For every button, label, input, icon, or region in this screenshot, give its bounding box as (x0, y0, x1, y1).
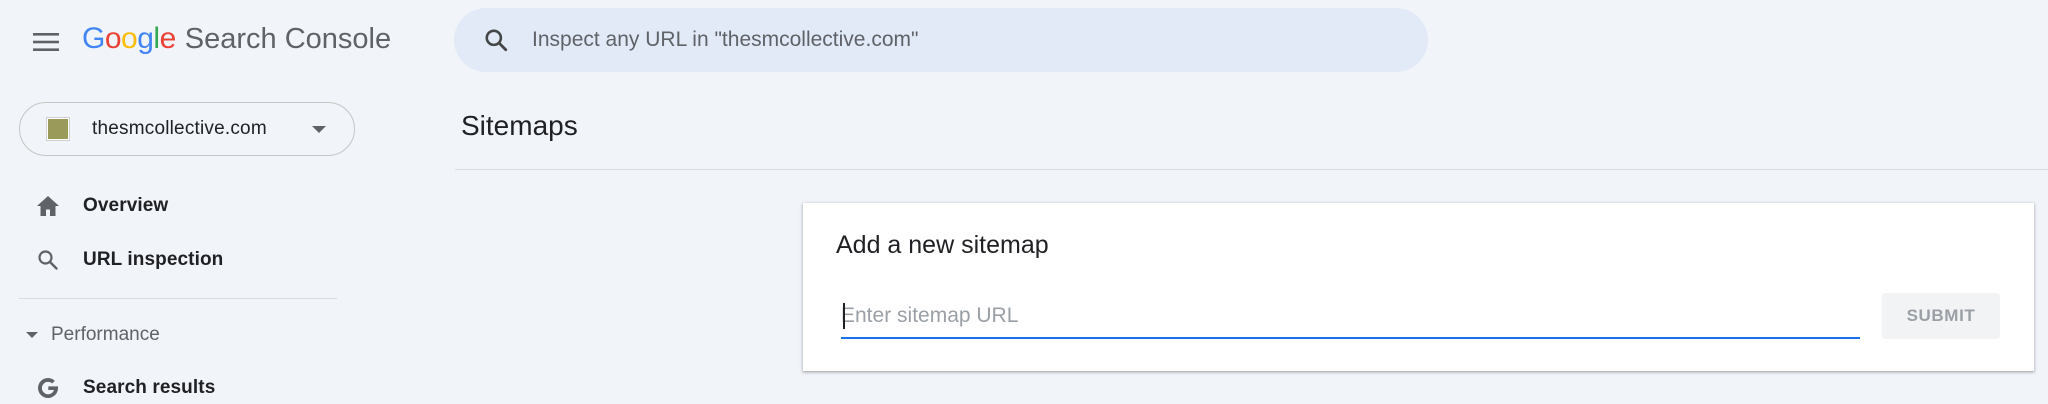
sidebar-item-label: Overview (83, 195, 169, 216)
sitemap-url-input[interactable] (841, 295, 1860, 337)
property-name: thesmcollective.com (92, 118, 267, 139)
search-icon (34, 246, 62, 274)
url-inspect-search-bar[interactable] (454, 8, 1428, 72)
search-icon[interactable] (478, 22, 514, 58)
hamburger-menu-icon (33, 33, 59, 51)
card-title: Add a new sitemap (836, 231, 1049, 259)
main-menu-button[interactable] (28, 24, 64, 60)
add-sitemap-card: Add a new sitemap SUBMIT (803, 203, 2034, 371)
google-wordmark: Google (82, 22, 176, 56)
submit-button[interactable]: SUBMIT (1882, 293, 2000, 339)
text-cursor (843, 303, 845, 329)
home-icon (34, 192, 62, 220)
sidebar-item-overview[interactable]: Overview (0, 180, 340, 232)
caret-down-icon (26, 332, 38, 338)
property-favicon (46, 117, 70, 141)
logo-letter: o (104, 22, 122, 55)
sidebar-item-url-inspection[interactable]: URL inspection (0, 234, 340, 286)
sidebar-item-search-results[interactable]: Search results (0, 362, 340, 404)
logo-letter: e (159, 22, 177, 55)
url-inspect-input[interactable] (532, 28, 1392, 52)
sidebar-section-label: Performance (51, 324, 160, 345)
property-selector[interactable]: thesmcollective.com (19, 102, 355, 156)
sidebar-item-label: URL inspection (83, 249, 224, 270)
sitemap-url-field[interactable] (841, 295, 1860, 339)
sidebar-item-label: Search results (83, 377, 216, 398)
chevron-down-icon (312, 125, 326, 133)
sidebar-section-performance[interactable]: Performance (0, 320, 340, 350)
logo-letter: o (121, 22, 138, 55)
search-console-logo[interactable]: Google Search Console (82, 22, 391, 64)
sidebar-divider (19, 298, 337, 299)
logo-letter: g (137, 22, 154, 55)
google-g-icon (34, 374, 62, 402)
header-divider (455, 169, 2048, 170)
logo-letter: G (82, 22, 105, 55)
page-title: Sitemaps (461, 110, 578, 141)
product-name: Search Console (184, 23, 392, 55)
